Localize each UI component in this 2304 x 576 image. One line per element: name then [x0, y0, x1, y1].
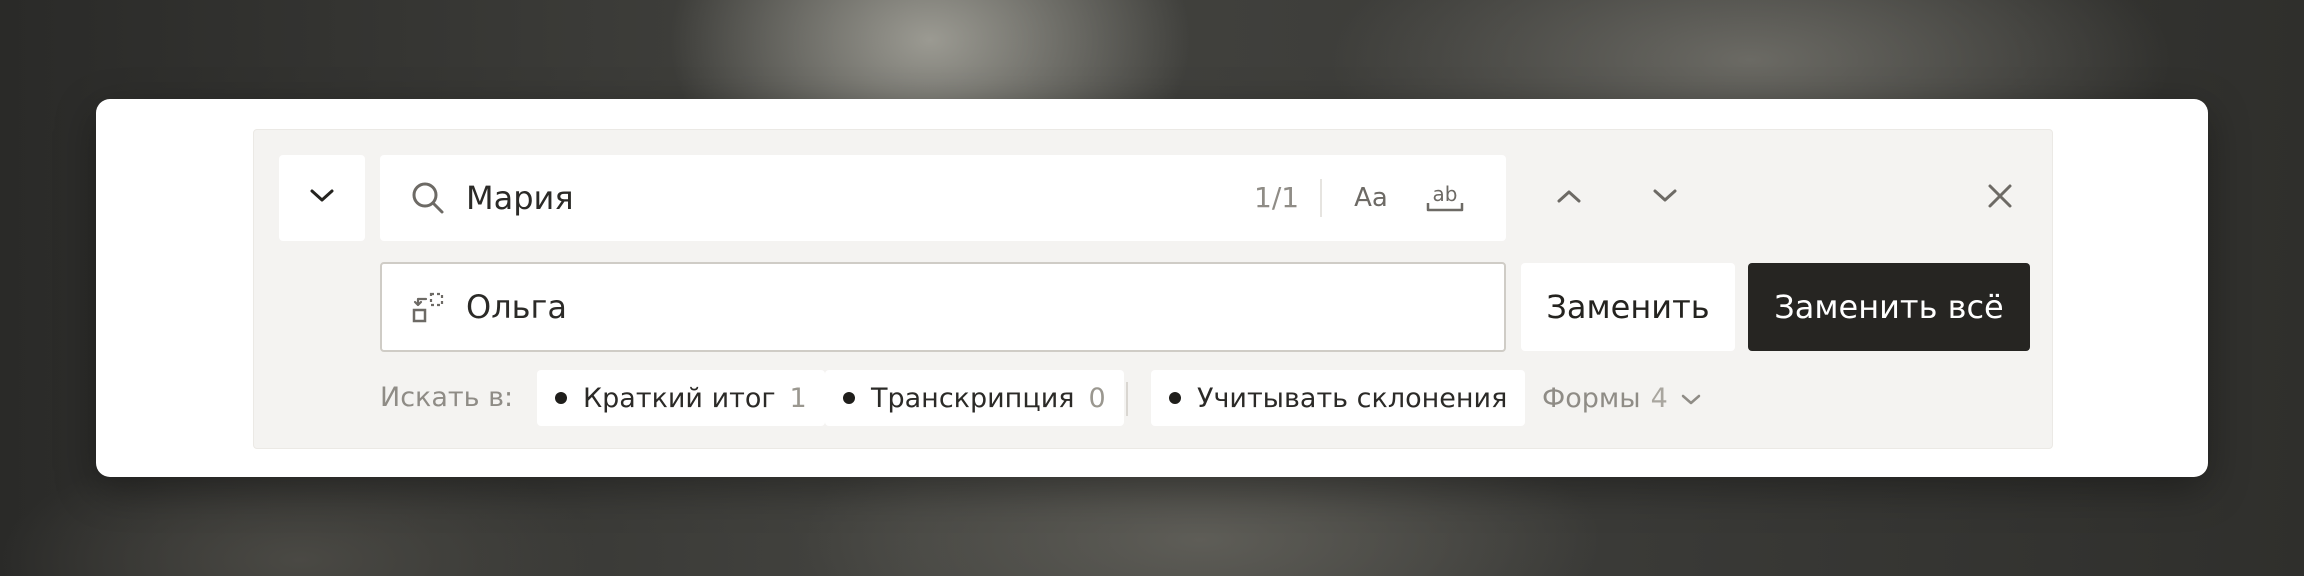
forms-label: Формы — [1542, 382, 1641, 414]
whole-word-button[interactable]: ab — [1420, 175, 1470, 221]
find-replace-panel: Мария 1/1 Aa ab Ольга Заменить Заменить … — [253, 129, 2053, 449]
match-case-label: Aa — [1354, 183, 1388, 213]
filters-divider — [1126, 382, 1128, 416]
search-in-label: Искать в: — [380, 382, 514, 413]
replace-value[interactable]: Ольга — [466, 286, 567, 328]
scope-chip-summary[interactable]: Краткий итог 1 — [537, 370, 825, 426]
scope-count: 0 — [1088, 382, 1106, 414]
close-icon — [1987, 183, 2013, 213]
find-value[interactable]: Мария — [466, 177, 574, 219]
next-match-button[interactable] — [1637, 170, 1693, 226]
match-case-button[interactable]: Aa — [1346, 175, 1396, 221]
selected-dot-icon — [1169, 392, 1181, 404]
match-count: 1/1 — [1254, 181, 1300, 214]
scope-chip-transcription[interactable]: Транскрипция 0 — [825, 370, 1124, 426]
close-button[interactable] — [1972, 170, 2028, 226]
declensions-label: Учитывать склонения — [1197, 382, 1508, 414]
divider — [1320, 179, 1322, 217]
replace-all-button[interactable]: Заменить всё — [1748, 263, 2030, 351]
find-input[interactable]: Мария 1/1 Aa ab — [380, 155, 1506, 241]
chevron-down-icon — [1652, 188, 1678, 208]
forms-count: 4 — [1650, 382, 1668, 414]
selected-dot-icon — [555, 392, 567, 404]
chevron-down-icon — [1680, 383, 1702, 414]
find-replace-dialog: Мария 1/1 Aa ab Ольга Заменить Заменить … — [96, 99, 2208, 477]
collapse-button[interactable] — [279, 155, 365, 241]
scope-count: 1 — [789, 382, 807, 414]
scope-label: Краткий итог — [583, 382, 776, 414]
declensions-toggle[interactable]: Учитывать склонения — [1151, 370, 1526, 426]
chevron-down-icon — [309, 188, 335, 208]
replace-input[interactable]: Ольга — [380, 262, 1506, 352]
replace-button[interactable]: Заменить — [1521, 263, 1735, 351]
whole-word-label: ab — [1433, 182, 1458, 206]
chevron-up-icon — [1556, 188, 1582, 208]
search-icon — [410, 180, 446, 220]
scope-label: Транскрипция — [871, 382, 1075, 414]
whole-word-icon: ab — [1426, 182, 1464, 212]
selected-dot-icon — [843, 392, 855, 404]
previous-match-button[interactable] — [1541, 170, 1597, 226]
replace-icon — [410, 290, 446, 330]
forms-dropdown[interactable]: Формы 4 — [1542, 370, 1702, 426]
